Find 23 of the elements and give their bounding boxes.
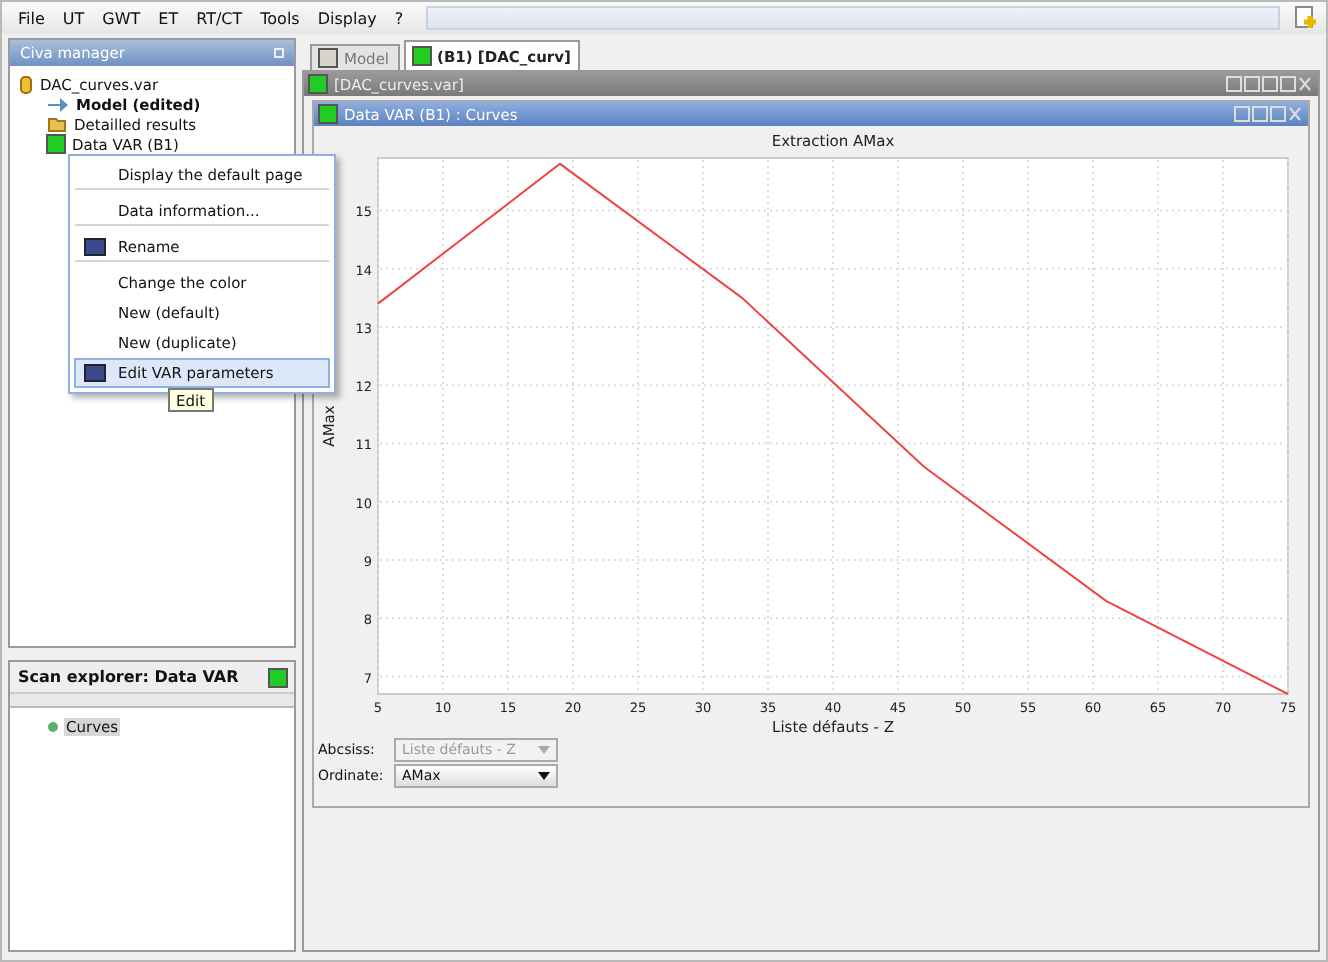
dropdown-caret-icon	[538, 746, 550, 754]
cylinder-icon	[20, 75, 32, 93]
color-square-icon	[48, 136, 64, 152]
menu-item[interactable]: File	[10, 7, 53, 29]
menu-item[interactable]: ?	[386, 7, 412, 29]
menu-item[interactable]: Tools	[252, 7, 308, 29]
panel-title: Scan explorer: Data VAR	[18, 668, 239, 686]
color-square-icon	[270, 669, 286, 685]
pin-icon[interactable]	[274, 48, 284, 58]
dot-icon	[48, 721, 58, 731]
menu-item[interactable]: ET	[150, 7, 187, 29]
arrow-icon	[48, 97, 68, 111]
menu-item[interactable]: GWT	[94, 7, 149, 29]
color-square-icon	[320, 106, 336, 122]
menu-item[interactable]: RT/CT	[188, 7, 251, 29]
menu-item[interactable]: Display	[309, 7, 385, 29]
new-document-icon[interactable]	[1294, 6, 1318, 30]
dropdown-caret-icon	[538, 772, 550, 780]
window-buttons-icon[interactable]	[1234, 106, 1302, 122]
color-square-icon	[310, 76, 326, 92]
folder-icon	[48, 116, 66, 132]
menu-item[interactable]: UT	[54, 7, 93, 29]
window-buttons-icon[interactable]	[1226, 76, 1312, 92]
